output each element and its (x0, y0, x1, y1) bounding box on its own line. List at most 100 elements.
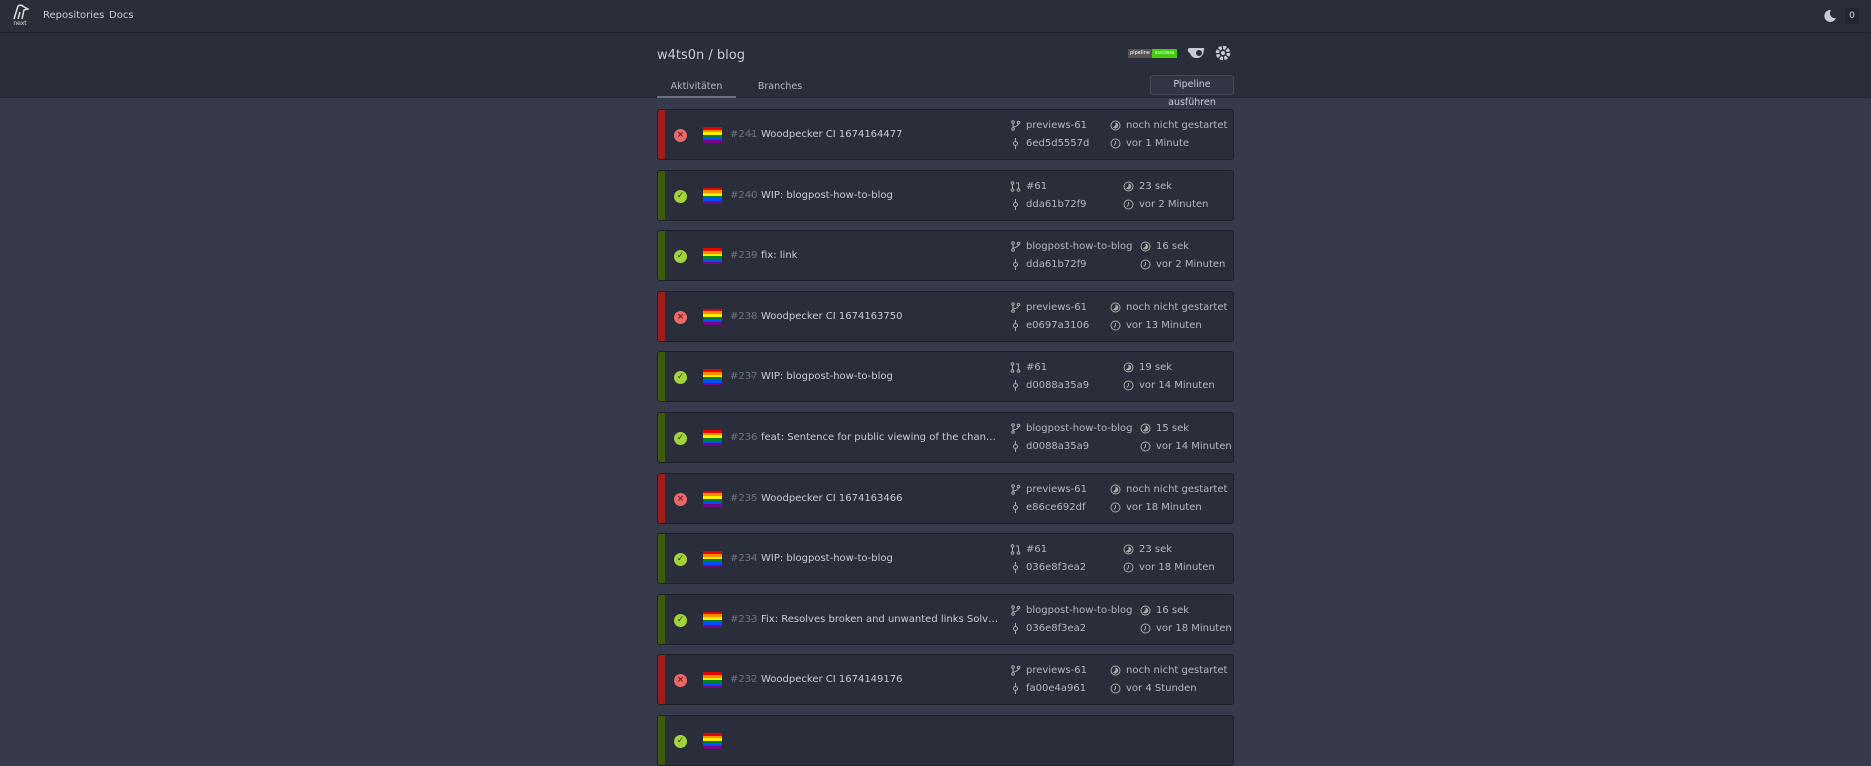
commit-icon (1010, 683, 1021, 695)
nav-repositories[interactable]: Repositories (43, 10, 104, 21)
clock-icon (1140, 441, 1151, 452)
pull-request-icon (1010, 544, 1021, 555)
duration: 19 sek (1139, 362, 1173, 374)
ref-label[interactable]: previews-61 (1026, 120, 1087, 131)
tab-branches[interactable]: Branches (745, 81, 815, 98)
ref-label[interactable]: previews-61 (1026, 484, 1087, 495)
ref-label[interactable]: #61 (1026, 181, 1047, 192)
tab-aktivitaeten[interactable]: Aktivitäten (657, 81, 736, 98)
duration: 23 sek (1139, 544, 1173, 556)
nav-docs[interactable]: Docs (109, 10, 134, 21)
pipeline-card[interactable]: ✓ #237- WIP: blogpost-how-to-blog #61 d0088a… (657, 351, 1234, 403)
pride-flag-avatar (703, 733, 722, 750)
status-bar (658, 473, 665, 523)
status-bar (658, 655, 665, 705)
pride-flag-avatar (703, 430, 722, 447)
branch-icon (1010, 483, 1021, 495)
pipeline-card[interactable]: ✓ #239- fix: link blogpost-how-to-blog dda61… (657, 230, 1234, 282)
badge-status: success (1151, 49, 1178, 58)
branch-icon (1010, 665, 1021, 677)
status-bar (658, 291, 665, 341)
dark-mode-toggle-icon[interactable] (1823, 9, 1837, 26)
commit-sha[interactable]: d0088a35a9 (1026, 441, 1089, 452)
duration-icon (1140, 423, 1151, 434)
created-time: vor 14 Minuten (1139, 380, 1215, 392)
pipeline-card[interactable]: ✓ #234- WIP: blogpost-how-to-blog #61 036e8f… (657, 533, 1234, 585)
pride-flag-avatar (703, 187, 722, 204)
duration: noch nicht gestartet (1126, 120, 1228, 131)
separator: - (750, 189, 754, 201)
created-time: vor 4 Stunden (1126, 683, 1197, 695)
branch-icon (1010, 423, 1021, 434)
separator: - (750, 674, 754, 686)
pride-flag-avatar (703, 248, 722, 265)
pipeline-card[interactable]: ✓ #236- feat: Sentence for public viewing … (657, 412, 1234, 463)
ref-label[interactable]: #61 (1026, 362, 1047, 373)
success-check-icon: ✓ (674, 371, 687, 385)
pipeline-card[interactable]: ✓ (657, 715, 1234, 766)
woodpecker-logo[interactable]: next (10, 4, 30, 30)
pipeline-card[interactable]: ✓ #233- Fix: Resolves broken and unwanted … (657, 593, 1234, 645)
status-bar (658, 231, 665, 281)
ref-label[interactable]: previews-61 (1026, 665, 1087, 676)
status-bar (658, 352, 665, 402)
pipeline-card[interactable]: × #238- Woodpecker CI 1674163750 previews-6… (657, 290, 1234, 342)
separator: - (750, 432, 754, 443)
commit-message: fix: link (761, 250, 798, 262)
duration: noch nicht gestartet (1126, 301, 1228, 313)
duration-icon (1123, 544, 1134, 555)
page-title: w4ts0n / blog (657, 48, 745, 63)
success-check-icon: ✓ (674, 613, 687, 627)
commit-sha[interactable]: e0697a3106 (1026, 320, 1089, 331)
notification-count[interactable]: 0 (1845, 8, 1859, 24)
duration: noch nicht gestartet (1126, 665, 1228, 677)
clock-icon (1140, 623, 1151, 634)
commit-icon (1010, 562, 1021, 574)
ref-label[interactable]: blogpost-how-to-blog (1026, 423, 1132, 434)
commit-sha[interactable]: e86ce692df (1026, 502, 1085, 513)
clock-icon (1110, 683, 1121, 694)
commit-sha[interactable]: dda61b72f9 (1026, 259, 1087, 270)
commit-sha[interactable]: 036e8f3ea2 (1026, 562, 1086, 573)
pride-flag-avatar (703, 611, 722, 628)
clock-icon (1123, 199, 1134, 210)
pipeline-card[interactable]: × #232- Woodpecker CI 1674149176 previews-6… (657, 654, 1234, 706)
top-navbar: next Repositories Docs 0 (0, 0, 1871, 33)
duration-icon (1123, 362, 1134, 373)
ref-label[interactable]: previews-61 (1026, 302, 1087, 313)
commit-message: feat: Sentence for public viewing of the… (761, 432, 1001, 443)
branch-icon (1010, 120, 1021, 131)
separator: - (750, 371, 754, 383)
created-time: vor 14 Minuten (1156, 441, 1232, 452)
status-badge[interactable]: pipeline success (1128, 49, 1178, 58)
branch-icon (1010, 241, 1021, 252)
separator: - (750, 492, 754, 504)
settings-gear-icon[interactable] (1214, 44, 1232, 65)
duration-icon (1110, 302, 1121, 313)
ref-label[interactable]: blogpost-how-to-blog (1026, 605, 1132, 616)
pipeline-card[interactable]: × #235- Woodpecker CI 1674163466 previews-6… (657, 472, 1234, 524)
separator: - (750, 613, 754, 625)
gitea-icon[interactable] (1187, 46, 1207, 63)
commit-message: Woodpecker CI 1674163466 (761, 492, 903, 504)
created-time: vor 2 Minuten (1156, 259, 1226, 271)
commit-sha[interactable]: 036e8f3ea2 (1026, 623, 1086, 634)
commit-sha[interactable]: d0088a35a9 (1026, 380, 1089, 391)
success-check-icon: ✓ (674, 250, 687, 264)
commit-sha[interactable]: dda61b72f9 (1026, 199, 1087, 210)
pipeline-card[interactable]: × #241- Woodpecker CI 1674164477 previews-6… (657, 109, 1234, 160)
commit-sha[interactable]: 6ed5d5557d (1026, 138, 1089, 149)
commit-sha[interactable]: fa00e4a961 (1026, 683, 1086, 694)
ref-label[interactable]: blogpost-how-to-blog (1026, 241, 1132, 252)
failure-x-icon: × (674, 492, 687, 506)
duration-icon (1110, 120, 1121, 131)
pipeline-card[interactable]: ✓ #240- WIP: blogpost-how-to-blog #61 dda61b… (657, 169, 1234, 221)
commit-icon (1010, 441, 1021, 452)
success-check-icon: ✓ (674, 735, 687, 748)
commit-message: WIP: blogpost-how-to-blog (761, 189, 893, 201)
duration: 16 sek (1156, 241, 1190, 253)
ref-label[interactable]: #61 (1026, 544, 1047, 555)
created-time: vor 13 Minuten (1126, 319, 1202, 331)
run-pipeline-button[interactable]: Pipeline ausführen (1150, 75, 1234, 108)
branch-icon (1010, 301, 1021, 313)
